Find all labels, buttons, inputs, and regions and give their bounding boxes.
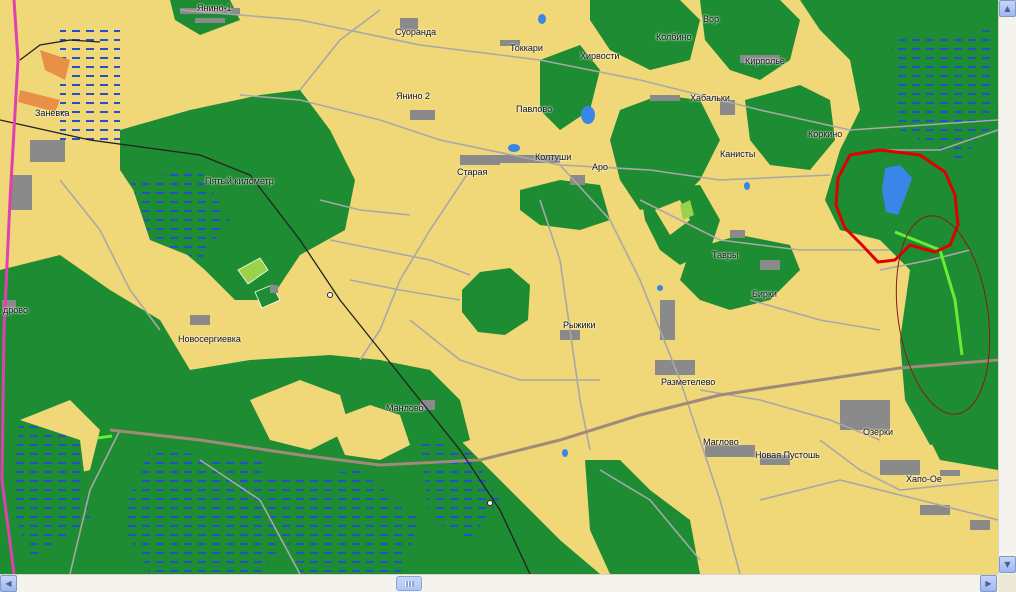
place-label-tavry[interactable]: Тавры	[712, 250, 738, 260]
place-label-zanevka[interactable]: Заневка	[35, 108, 69, 118]
arrow-left-icon: ◀	[5, 579, 12, 588]
place-label-razmetelevo[interactable]: Разметелево	[661, 377, 715, 387]
place-label-birki[interactable]: Бирки	[752, 289, 777, 299]
map-canvas[interactable]	[0, 0, 998, 574]
place-label-kolbino[interactable]: Колбино	[656, 32, 691, 42]
place-label-suoranda[interactable]: Суоранда	[395, 27, 436, 37]
gps-track-short	[97, 434, 113, 440]
arrow-up-icon: ▲	[1004, 4, 1011, 13]
place-label-khabalki[interactable]: Хабальки	[690, 93, 730, 103]
place-label-khapo-oe[interactable]: Хапо-Ое	[906, 474, 942, 484]
place-label-yanino1[interactable]: Янино-1	[197, 3, 231, 13]
place-label-pavlovo[interactable]: Павлово	[516, 104, 552, 114]
rail-station-marker	[327, 292, 333, 298]
arrow-right-icon: ▶	[985, 579, 992, 588]
scroll-right-button[interactable]: ▶	[980, 575, 997, 592]
scroll-down-button[interactable]: ▼	[999, 556, 1016, 573]
place-label-pyatyy-km[interactable]: Пятый километр	[205, 176, 274, 186]
place-label-aro[interactable]: Аро	[592, 162, 608, 172]
place-label-kirpolye[interactable]: Кирполье	[745, 56, 785, 66]
horizontal-scrollbar[interactable]: ◀ ▶	[0, 574, 998, 592]
place-label-koltushi[interactable]: Колтуши	[535, 152, 571, 162]
scroll-left-button[interactable]: ◀	[0, 575, 17, 592]
scrollbar-corner	[998, 574, 1016, 592]
place-label-khirvosti[interactable]: Хирвости	[580, 51, 619, 61]
place-label-tokkari[interactable]: Токкари	[510, 43, 543, 53]
place-label-vor[interactable]: Вор	[703, 14, 719, 24]
place-label-maglovo[interactable]: Маглово	[703, 437, 739, 447]
grip-icon	[405, 581, 414, 587]
map-viewport[interactable]: Янино-1 Суоранда Токкари Колбино Вор Хир…	[0, 0, 998, 574]
place-label-staraya[interactable]: Старая	[457, 167, 487, 177]
arrow-down-icon: ▼	[1004, 560, 1011, 569]
place-label-kanisty[interactable]: Канисты	[720, 149, 755, 159]
place-label-korkino[interactable]: Коркино	[808, 129, 842, 139]
place-label-ryzhiki[interactable]: Рыжики	[563, 320, 595, 330]
rail-station-marker	[487, 500, 493, 506]
place-label-drovo[interactable]: дрово	[3, 305, 28, 315]
scroll-up-button[interactable]: ▲	[999, 0, 1016, 17]
horizontal-scroll-thumb[interactable]	[396, 576, 422, 591]
place-label-manlovo[interactable]: Манлово	[386, 403, 424, 413]
place-label-novaya-pustosh[interactable]: Новая Пустошь	[755, 450, 820, 460]
place-label-yanino2[interactable]: Янино 2	[396, 91, 430, 101]
vertical-scrollbar[interactable]: ▲ ▼	[998, 0, 1016, 574]
place-label-ozerki[interactable]: Озерки	[863, 427, 893, 437]
place-label-novosergievka[interactable]: Новосергиевка	[178, 334, 241, 344]
